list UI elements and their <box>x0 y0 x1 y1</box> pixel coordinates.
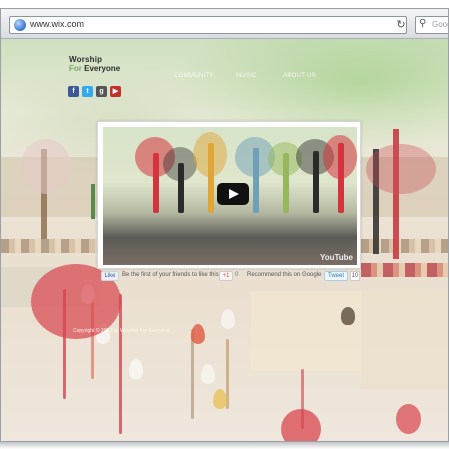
twitter-icon[interactable]: t <box>82 86 93 97</box>
tweet-button[interactable]: Tweet <box>324 271 348 281</box>
logo-for: For <box>69 64 82 73</box>
logo-title: Worship <box>69 55 103 64</box>
logo-everyone: Everyone <box>84 64 121 73</box>
paint-drop <box>201 364 215 384</box>
google-plus-icon[interactable]: g <box>96 86 107 97</box>
screenshot-frame: www.wix.com ↻ ⚲ Goog <box>0 0 449 449</box>
paint-drip <box>119 294 122 434</box>
nav-music[interactable]: MUSIC <box>236 73 257 79</box>
url-text: www.wix.com <box>30 19 85 29</box>
collage-strip-red <box>361 263 448 277</box>
globe-icon <box>14 19 26 31</box>
background-tree-crown <box>21 139 71 194</box>
footer-copyright: Copyright © 2013 by Worship For Everyone <box>73 328 170 334</box>
youtube-logo[interactable]: YouTube <box>320 253 353 262</box>
facebook-like-button[interactable]: Like <box>101 271 119 281</box>
background-sprout <box>91 184 95 219</box>
logo-subtitle: For Everyone <box>69 64 125 73</box>
web-page: Worship For Everyone f t g ▶ COMMUNITY M… <box>1 39 448 441</box>
tweet-count: 10 <box>350 271 360 281</box>
video-tree-crown <box>163 147 197 181</box>
play-button-icon[interactable] <box>217 183 249 205</box>
video-tree-crown <box>193 132 227 177</box>
collage-paper-sheet <box>251 291 361 371</box>
facebook-like-text: Be the first of your friends to like thi… <box>122 272 221 278</box>
google-plus-one-button[interactable]: +1 <box>219 271 233 281</box>
facebook-icon[interactable]: f <box>68 86 79 97</box>
address-bar[interactable]: www.wix.com ↻ <box>9 16 407 34</box>
window-shadow <box>0 442 449 449</box>
paint-splash <box>281 409 321 441</box>
google-plus-text: Recommend this on Google <box>247 272 322 278</box>
paint-drop <box>221 309 235 329</box>
background-tree-crown <box>366 144 436 194</box>
reload-icon[interactable]: ↻ <box>395 18 407 32</box>
paint-drop <box>129 359 143 379</box>
youtube-icon[interactable]: ▶ <box>110 86 121 97</box>
owl-illustration <box>341 307 355 325</box>
paint-drop <box>191 324 205 344</box>
search-icon: ⚲ <box>419 18 427 29</box>
nav-about-us[interactable]: ABOUT US <box>283 73 316 79</box>
site-logo[interactable]: Worship For Everyone <box>69 55 125 73</box>
google-plus-count: 0 <box>235 272 239 278</box>
video-tree-crown <box>323 135 357 179</box>
browser-toolbar: www.wix.com ↻ ⚲ Goog <box>1 9 448 39</box>
nav-community[interactable]: COMMUNITY <box>174 73 214 79</box>
collage-paper-sheet <box>361 289 448 389</box>
search-placeholder: Goog <box>432 20 448 29</box>
browser-window: www.wix.com ↻ ⚲ Goog <box>0 8 449 442</box>
social-links: f t g ▶ <box>68 86 121 97</box>
search-field[interactable]: ⚲ Goog <box>415 16 448 34</box>
video-player[interactable]: YouTube <box>103 127 357 265</box>
paint-splash <box>396 404 421 434</box>
video-player-frame: YouTube <box>97 121 361 269</box>
paint-drop <box>213 389 227 409</box>
